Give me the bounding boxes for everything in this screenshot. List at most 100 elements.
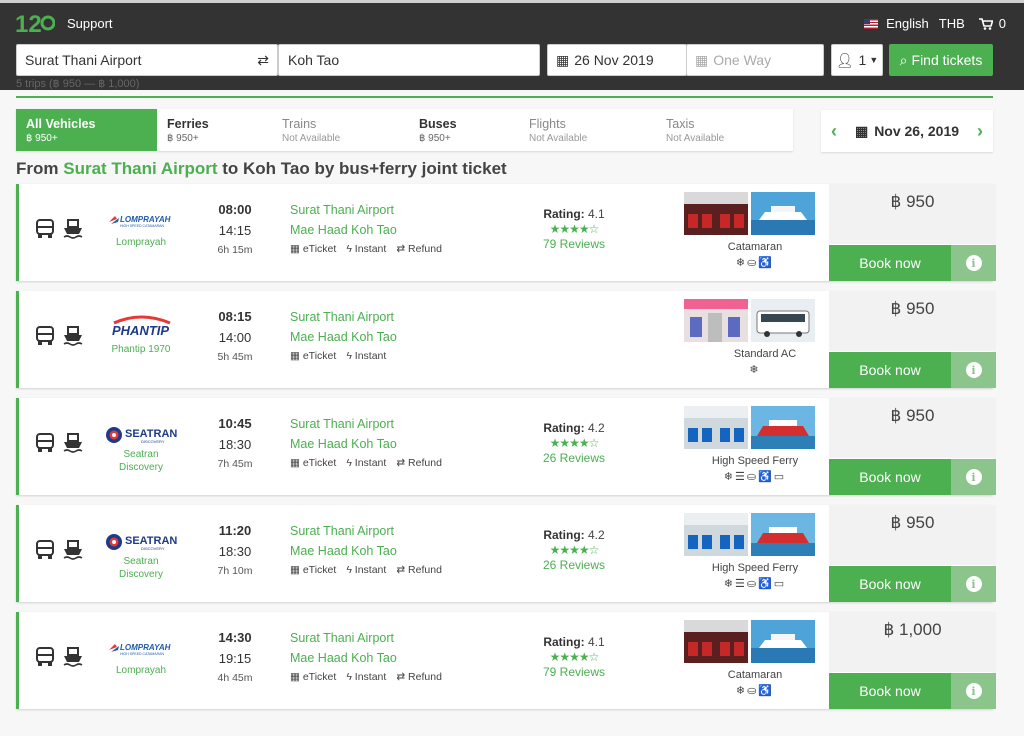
tab-buses[interactable]: Buses ฿ 950+ [409, 109, 519, 151]
ac-icon: ❄ [723, 471, 735, 483]
operator-name[interactable]: Seatran Discovery [111, 555, 171, 581]
trip-card[interactable]: LOMPRAYAH HIGH SPEED CATAMARAN Lomprayah 14… [16, 612, 996, 709]
vehicle-class: Catamaran [727, 241, 783, 253]
arrival-station[interactable]: Mae Haad Koh Tao [290, 330, 397, 344]
language-selector[interactable]: English [886, 16, 929, 31]
tab-all-vehicles[interactable]: All Vehicles ฿ 950+ [16, 109, 157, 151]
toilet-icon: ♿ [758, 578, 774, 590]
book-now-button[interactable]: Book now [829, 673, 951, 709]
return-placeholder: One Way [713, 52, 772, 68]
departure-station[interactable]: Surat Thani Airport [290, 417, 442, 431]
trip-photo[interactable] [684, 513, 748, 556]
trip-card[interactable]: SEATRAN DISCOVERY Seatran Discovery 10:45 18… [16, 398, 996, 495]
ac-icon: ❄ [749, 364, 761, 376]
date-field[interactable]: ▦ 26 Nov 2019 [547, 44, 687, 76]
operator-name[interactable]: Phantip 1970 [103, 343, 179, 356]
12go-logo[interactable]: 12 [15, 9, 55, 37]
price-box: ฿ 950 [829, 291, 996, 351]
trip-photo[interactable] [684, 620, 748, 663]
operator-logo[interactable]: LOMPRAYAH HIGH SPEED CATAMARAN [103, 638, 179, 660]
passengers-select[interactable]: 👤︎ 1 ▼ [831, 44, 883, 76]
route-origin-link[interactable]: Surat Thani Airport [63, 159, 217, 178]
trip-photos[interactable] [684, 513, 815, 556]
departure-station[interactable]: Surat Thani Airport [290, 524, 442, 538]
from-field[interactable]: Surat Thani Airport ⇄ [16, 44, 278, 76]
operator-logo[interactable]: PHANTIP [103, 315, 179, 338]
svg-text:DISCOVERY: DISCOVERY [141, 546, 165, 551]
reviews-link[interactable]: 26 Reviews [529, 558, 619, 572]
find-tickets-button[interactable]: ⌕ Find tickets [889, 44, 993, 76]
arrival-station[interactable]: Mae Haad Koh Tao [290, 651, 442, 665]
price: ฿ 950 [890, 299, 935, 318]
trip-photos[interactable] [684, 192, 815, 235]
reviews-link[interactable]: 79 Reviews [529, 237, 619, 251]
trip-card[interactable]: SEATRAN DISCOVERY Seatran Discovery 11:20 18… [16, 505, 996, 602]
tab-price: Not Available [529, 133, 588, 144]
info-button[interactable]: i [951, 566, 996, 602]
instant-icon: ϟ [346, 243, 355, 255]
trip-photos[interactable] [684, 620, 815, 663]
arrival-station[interactable]: Mae Haad Koh Tao [290, 437, 442, 451]
tv-icon: ▭ [773, 471, 787, 483]
trip-photos[interactable] [684, 406, 815, 449]
trip-photo[interactable] [751, 620, 815, 663]
info-button[interactable]: i [951, 245, 996, 281]
feature-instant: ϟ Instant [346, 350, 387, 362]
feature-eticket: ▦ eTicket [290, 243, 337, 255]
operator-name[interactable]: Lomprayah [103, 664, 179, 677]
date-nav-label: ▦ Nov 26, 2019 [854, 122, 960, 139]
trip-photo[interactable] [684, 299, 748, 342]
tab-ferries[interactable]: Ferries ฿ 950+ [157, 109, 272, 151]
book-now-button[interactable]: Book now [829, 245, 951, 281]
to-field[interactable]: Koh Tao [278, 44, 540, 76]
tab-label: Ferries [167, 117, 209, 131]
arrival-station[interactable]: Mae Haad Koh Tao [290, 223, 442, 237]
reviews-link[interactable]: 26 Reviews [529, 451, 619, 465]
info-button[interactable]: i [951, 459, 996, 495]
feature-eticket: ▦ eTicket [290, 350, 337, 362]
trip-card[interactable]: LOMPRAYAH HIGH SPEED CATAMARAN Lomprayah 08… [16, 184, 996, 281]
trip-photo[interactable] [751, 299, 815, 342]
trip-stations: Surat Thani Airport Mae Haad Koh Tao ▦ eTi… [290, 203, 442, 255]
arrival-station[interactable]: Mae Haad Koh Tao [290, 544, 442, 558]
trip-photos[interactable] [684, 299, 815, 342]
cart-icon[interactable] [978, 17, 993, 30]
support-link[interactable]: Support [67, 16, 113, 31]
operator-logo[interactable]: SEATRAN DISCOVERY [103, 531, 179, 553]
trip-photo[interactable] [751, 513, 815, 556]
info-button[interactable]: i [951, 352, 996, 388]
prev-date-chevron-icon[interactable]: ‹ [831, 121, 837, 142]
duration: 6h 15m [217, 244, 253, 256]
operator-name[interactable]: Seatran Discovery [111, 448, 171, 474]
arrival-time: 14:00 [218, 330, 252, 345]
operator-logo[interactable]: LOMPRAYAH HIGH SPEED CATAMARAN [103, 210, 179, 232]
trip-photo[interactable] [684, 406, 748, 449]
trip-photo[interactable] [751, 192, 815, 235]
next-date-chevron-icon[interactable]: › [977, 121, 983, 142]
operator-logo[interactable]: SEATRAN DISCOVERY [103, 424, 179, 446]
arrival-time: 18:30 [218, 544, 252, 559]
trip-photo[interactable] [751, 406, 815, 449]
swap-icon[interactable]: ⇄ [257, 52, 269, 69]
tab-flights: Flights Not Available [519, 109, 656, 151]
book-now-button[interactable]: Book now [829, 566, 951, 602]
trip-photo[interactable] [684, 192, 748, 235]
departure-station[interactable]: Surat Thani Airport [290, 310, 397, 324]
tab-price: ฿ 950+ [26, 133, 58, 144]
info-button[interactable]: i [951, 673, 996, 709]
departure-station[interactable]: Surat Thani Airport [290, 203, 442, 217]
vehicle-class: High Speed Ferry [711, 562, 799, 574]
currency-selector[interactable]: THB [939, 16, 965, 31]
refund-icon: ⇄ [396, 671, 409, 683]
departure-station[interactable]: Surat Thani Airport [290, 631, 442, 645]
eticket-icon: ▦ [290, 671, 303, 683]
amenities: ❄⛀♿ [690, 684, 820, 697]
trip-card[interactable]: PHANTIP Phantip 1970 08:15 14:00 5h 45m Surat… [16, 291, 996, 388]
book-now-button[interactable]: Book now [829, 459, 951, 495]
return-date-field[interactable]: ▦ One Way [686, 44, 824, 76]
vehicle-class: High Speed Ferry [711, 455, 799, 467]
operator-name[interactable]: Lomprayah [103, 236, 179, 249]
reviews-link[interactable]: 79 Reviews [529, 665, 619, 679]
book-now-button[interactable]: Book now [829, 352, 951, 388]
cart-count[interactable]: 0 [999, 16, 1006, 31]
